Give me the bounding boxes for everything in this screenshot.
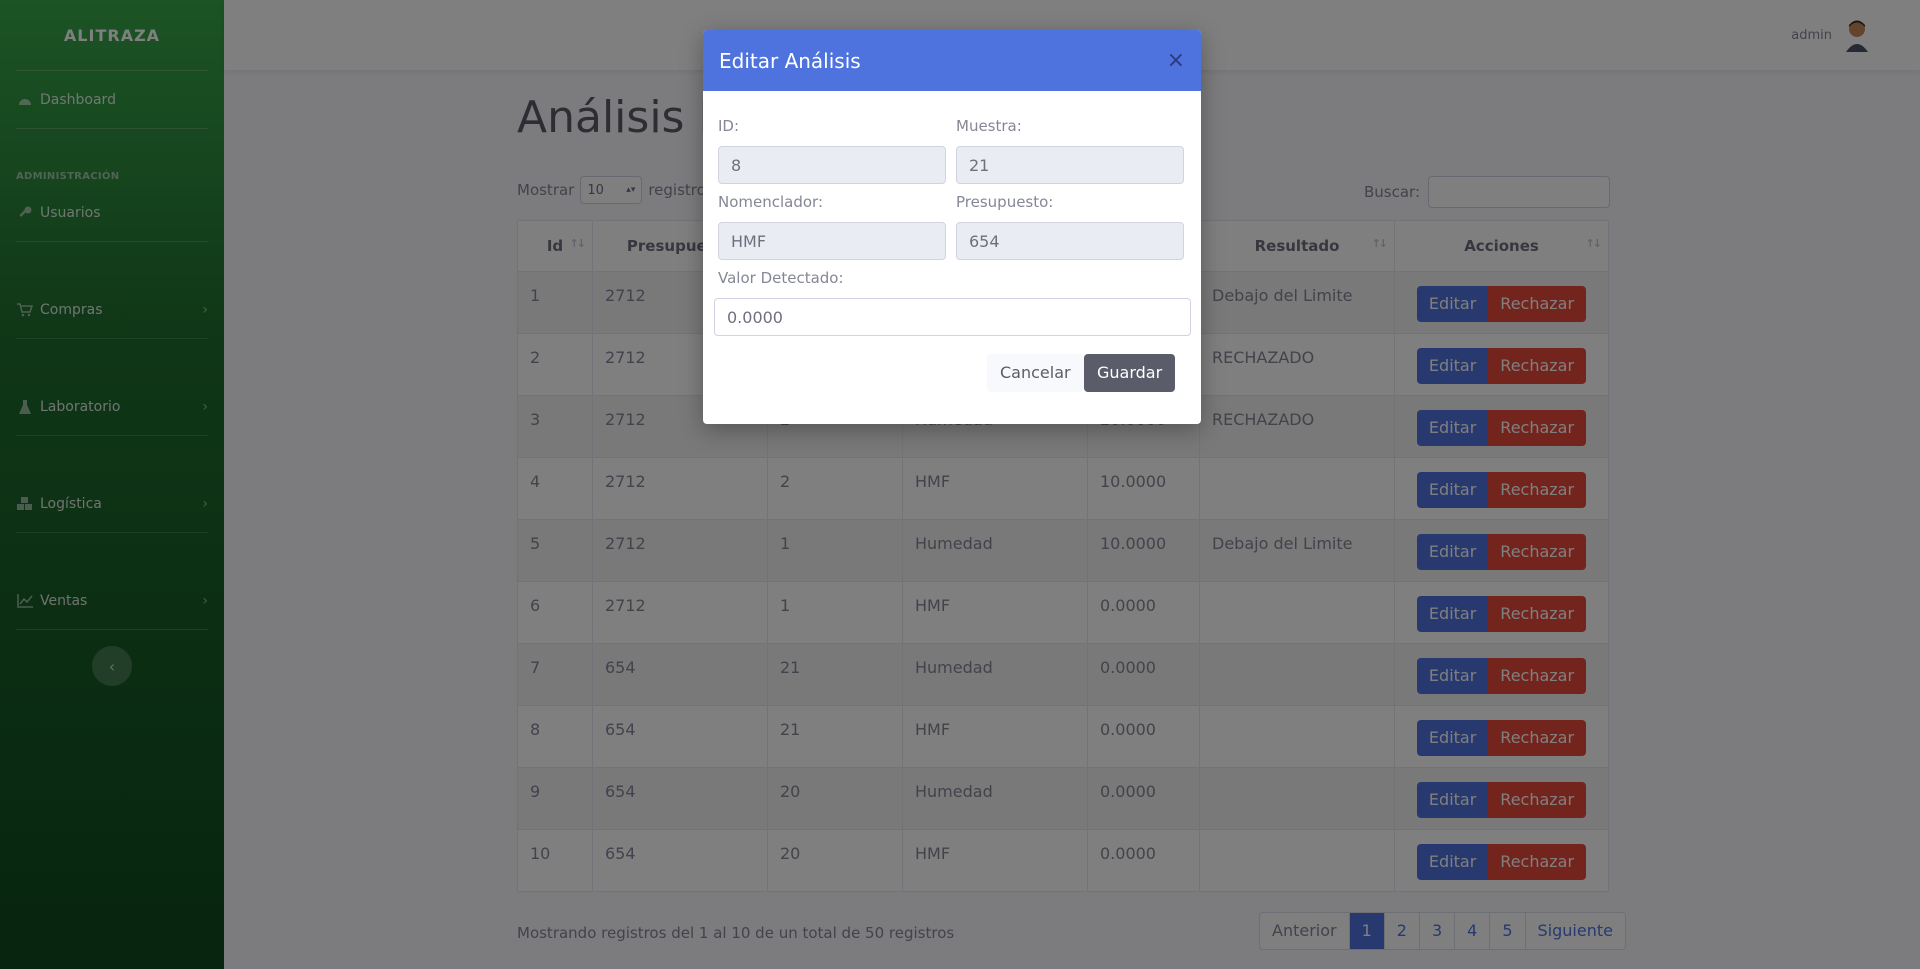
muestra-label: Muestra:: [956, 117, 1022, 135]
nomenclador-field[interactable]: HMF: [718, 222, 946, 260]
valor-detectado-field[interactable]: 0.0000: [714, 298, 1191, 336]
save-button[interactable]: Guardar: [1084, 354, 1176, 392]
close-icon[interactable]: ×: [1167, 48, 1185, 73]
presupuesto-field[interactable]: 654: [956, 222, 1184, 260]
modal-header: Editar Análisis ×: [703, 30, 1201, 91]
muestra-field[interactable]: 21: [956, 146, 1184, 184]
presupuesto-label: Presupuesto:: [956, 193, 1054, 211]
id-label: ID:: [718, 117, 740, 135]
edit-analysis-modal: Editar Análisis × ID: 8 Muestra: 21 Nome…: [703, 30, 1201, 424]
id-field[interactable]: 8: [718, 146, 946, 184]
nomenclador-label: Nomenclador:: [718, 193, 824, 211]
cancel-button[interactable]: Cancelar: [987, 354, 1084, 392]
valor-detectado-label: Valor Detectado:: [718, 269, 844, 287]
modal-title: Editar Análisis: [719, 48, 861, 73]
